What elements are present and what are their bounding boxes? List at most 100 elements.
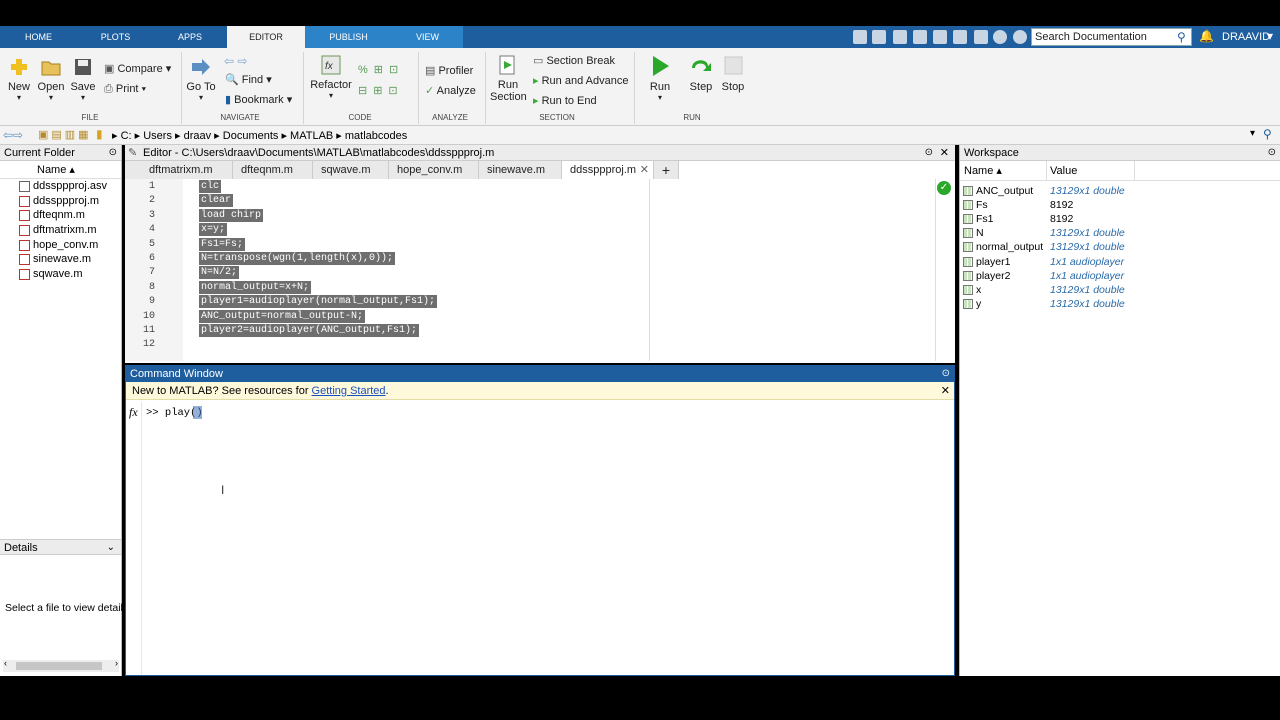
panel-menu-icon[interactable]: ⊙ xyxy=(925,145,933,161)
command-window[interactable]: Command Window ⊙ New to MATLAB? See resou… xyxy=(125,365,955,676)
panel-menu-icon[interactable]: ⊙ xyxy=(109,145,117,161)
code-line[interactable]: Fs1=Fs; xyxy=(199,237,246,251)
name-column-header[interactable]: Name ▴ xyxy=(964,161,1002,181)
tab-view[interactable]: VIEW xyxy=(392,26,463,48)
list-item[interactable]: ddssppproj.asv xyxy=(0,179,121,194)
table-row[interactable]: player2 1x1 audioplayer xyxy=(960,269,1280,283)
code-tools-icons[interactable]: %⊞⊡ xyxy=(358,63,404,76)
editor-header: ✎ Editor - C:\Users\draav\Documents\MATLA… xyxy=(125,145,955,161)
open-button[interactable]: Open ▾ xyxy=(37,56,65,102)
code-line[interactable]: load chirp xyxy=(199,208,264,222)
print-button[interactable]: ⎙ Print ▾ xyxy=(104,83,146,96)
code-line[interactable]: N=N/2; xyxy=(199,266,240,280)
find-button[interactable]: 🔍 Find ▾ xyxy=(225,73,272,86)
goto-icon xyxy=(192,59,210,75)
step-button[interactable]: Step xyxy=(687,54,715,93)
run-section-button[interactable]: Run Section xyxy=(490,54,527,103)
list-item[interactable]: sqwave.m xyxy=(0,267,121,282)
search-icon[interactable]: ⚲ xyxy=(1177,30,1186,44)
chevron-down-icon[interactable]: ⌄ xyxy=(107,540,115,556)
code-line[interactable]: clear xyxy=(199,194,234,208)
list-item[interactable]: sinewave.m xyxy=(0,252,121,267)
table-row[interactable]: x 13129x1 double xyxy=(960,283,1280,297)
tab-home[interactable]: HOME xyxy=(0,26,77,48)
settings-icon[interactable] xyxy=(1013,30,1027,44)
user-name[interactable]: DRAAVID xyxy=(1222,31,1270,43)
add-tab-button[interactable]: + xyxy=(654,161,679,179)
code-line[interactable]: clc xyxy=(199,180,222,193)
code-line[interactable]: ANC_output=normal_output-N; xyxy=(199,309,366,323)
details-header[interactable]: Details ⌄ xyxy=(0,539,121,555)
undo-icon[interactable] xyxy=(933,30,947,44)
close-icon[interactable]: ✕ xyxy=(640,161,649,179)
code-line[interactable]: N=transpose(wgn(1,length(x),0)); xyxy=(199,252,396,265)
list-item[interactable]: hope_conv.m xyxy=(0,238,121,253)
fx-icon[interactable]: fx xyxy=(129,405,138,420)
help-icon[interactable] xyxy=(993,30,1007,44)
new-button[interactable]: New ▾ xyxy=(6,56,32,102)
tab-hope-conv[interactable]: hope_conv.m xyxy=(389,161,479,179)
analyze-button[interactable]: ✓ Analyze xyxy=(425,84,476,97)
tab-dftmatrixm[interactable]: dftmatrixm.m xyxy=(125,161,233,179)
search-input[interactable]: Search Documentation xyxy=(1031,28,1192,46)
breadcrumb[interactable]: ▸ C: ▸ Users ▸ draav ▸ Documents ▸ MATLA… xyxy=(112,129,407,142)
tab-editor[interactable]: EDITOR xyxy=(227,26,305,48)
refactor-button[interactable]: fx Refactor ▾ xyxy=(310,54,352,100)
panel-menu-icon[interactable]: ⊙ xyxy=(942,366,950,382)
horizontal-scrollbar[interactable]: ‹ › xyxy=(3,658,119,672)
close-icon[interactable]: ✕ xyxy=(940,145,949,161)
cut-icon[interactable] xyxy=(872,30,886,44)
code-line[interactable]: normal_output=x+N; xyxy=(199,280,312,294)
variable-value: 13129x1 double xyxy=(1050,283,1125,296)
stop-button[interactable]: Stop xyxy=(719,54,747,93)
table-row[interactable]: Fs1 8192 xyxy=(960,212,1280,226)
name-column-header[interactable]: Name ▴ xyxy=(0,161,121,179)
tab-ddssppproj[interactable]: ddssppproj.m ✕ xyxy=(562,161,654,179)
back-arrow-icon[interactable]: ⇦ ⇨ xyxy=(224,54,247,68)
workspace-header: Workspace ⊙ xyxy=(960,145,1280,161)
code-line[interactable]: player2=audioplayer(ANC_output,Fs1); xyxy=(199,324,420,337)
switch-windows-icon[interactable] xyxy=(974,30,988,44)
chevron-down-icon[interactable]: ▾ xyxy=(1267,29,1273,43)
getting-started-link[interactable]: Getting Started xyxy=(312,385,386,397)
bookmark-button[interactable]: ▮ Bookmark ▾ xyxy=(225,93,292,106)
profiler-button[interactable]: ▤ Profiler xyxy=(425,64,473,77)
table-row[interactable]: y 13129x1 double xyxy=(960,297,1280,311)
bell-icon[interactable]: 🔔 xyxy=(1199,29,1214,43)
compare-button[interactable]: ▣ Compare ▾ xyxy=(104,62,171,75)
table-row[interactable]: normal_output 13129x1 double xyxy=(960,240,1280,254)
code-tools-icons-2[interactable]: ⊟⊞⊡ xyxy=(358,84,404,97)
list-item[interactable]: dfteqnm.m xyxy=(0,208,121,223)
run-and-advance-button[interactable]: ▸ Run and Advance xyxy=(533,74,628,87)
run-button[interactable]: Run ▾ xyxy=(646,54,674,102)
table-row[interactable]: Fs 8192 xyxy=(960,198,1280,212)
table-row[interactable]: ANC_output 13129x1 double xyxy=(960,184,1280,198)
close-icon[interactable]: ✕ xyxy=(941,382,950,400)
search-icon[interactable]: ⚲ xyxy=(1263,127,1272,141)
list-item[interactable]: ddssppproj.m xyxy=(0,194,121,209)
redo-icon[interactable] xyxy=(953,30,967,44)
value-column-header[interactable]: Value xyxy=(1050,161,1077,181)
paste-icon[interactable] xyxy=(913,30,927,44)
table-row[interactable]: N 13129x1 double xyxy=(960,226,1280,240)
nav-arrows-icon[interactable]: ⇦⇨ xyxy=(3,128,23,142)
code-line[interactable]: x=y; xyxy=(199,223,228,237)
list-item[interactable]: dftmatrixm.m xyxy=(0,223,121,238)
tab-plots[interactable]: PLOTS xyxy=(77,26,154,48)
code-line[interactable]: player1=audioplayer(normal_output,Fs1); xyxy=(199,295,438,309)
folder-tools-icons[interactable]: ▣▤▥▦ xyxy=(38,128,92,141)
table-row[interactable]: player1 1x1 audioplayer xyxy=(960,255,1280,269)
section-break-button[interactable]: ▭ Section Break xyxy=(533,54,615,67)
run-to-end-button[interactable]: ▸ Run to End xyxy=(533,94,597,107)
tab-sqwave[interactable]: sqwave.m xyxy=(313,161,389,179)
tab-sinewave[interactable]: sinewave.m xyxy=(479,161,562,179)
chevron-down-icon[interactable]: ▾ xyxy=(1250,128,1255,139)
goto-button[interactable]: Go To ▾ xyxy=(186,56,216,102)
save-icon[interactable] xyxy=(853,30,867,44)
tab-dfteqnm[interactable]: dfteqnm.m xyxy=(233,161,313,179)
copy-icon[interactable] xyxy=(893,30,907,44)
tab-publish[interactable]: PUBLISH xyxy=(305,26,392,48)
save-button[interactable]: Save ▾ xyxy=(70,56,96,102)
panel-menu-icon[interactable]: ⊙ xyxy=(1268,145,1276,161)
tab-apps[interactable]: APPS xyxy=(154,26,226,48)
